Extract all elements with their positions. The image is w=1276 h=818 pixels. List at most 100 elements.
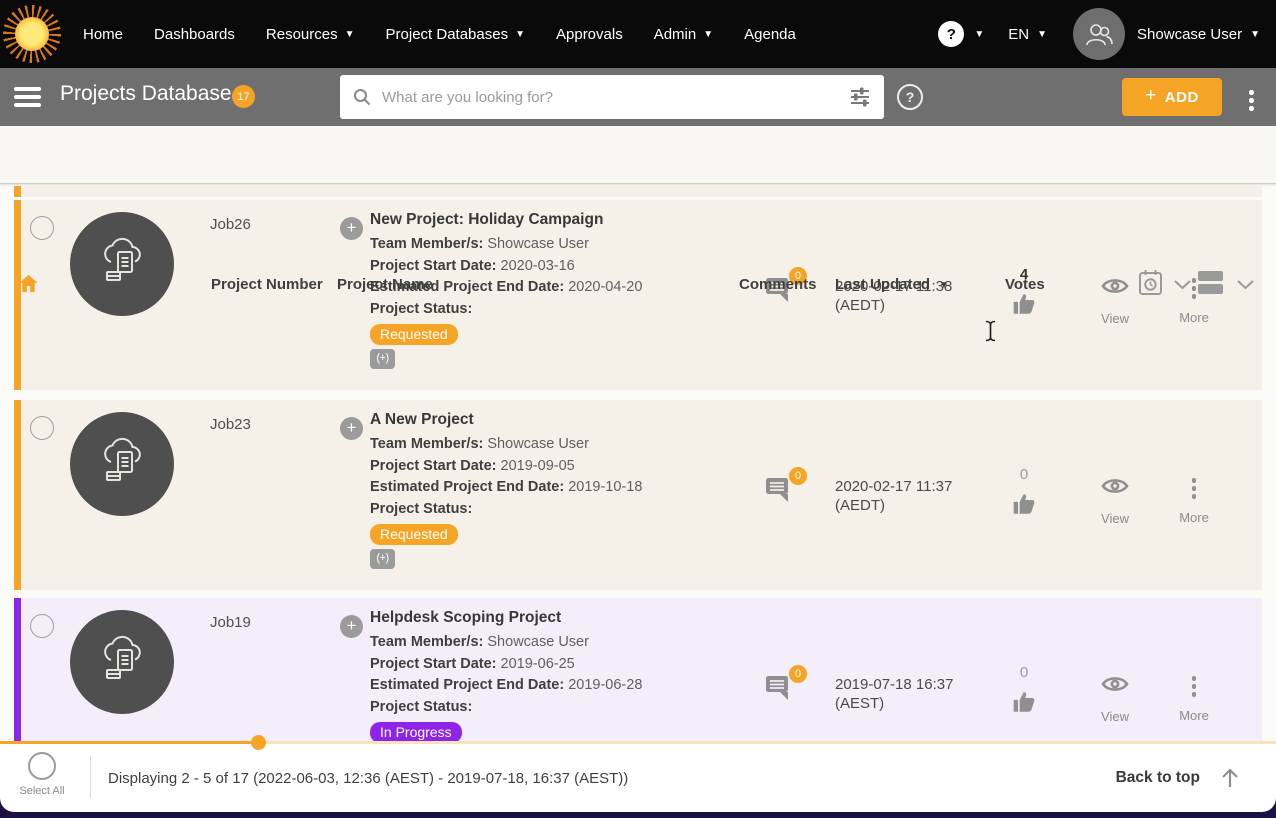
votes-cell: 0 (994, 466, 1054, 522)
horizontal-scrollbar[interactable] (0, 740, 1276, 746)
back-to-top-button[interactable]: Back to top (1116, 744, 1240, 812)
last-updated-value: 2020-02-17 11:37(AEDT) (835, 477, 985, 515)
language-selector[interactable]: EN ▼ (1008, 26, 1047, 43)
project-row[interactable]: Job26 + New Project: Holiday Campaign Te… (14, 200, 1262, 390)
chevron-down-icon: ▼ (1037, 30, 1047, 40)
expand-plus-icon[interactable]: + (340, 417, 363, 440)
table-header: Project Number Project Name Comments Las… (0, 126, 1276, 184)
cloud-document-icon (94, 436, 150, 492)
project-name[interactable]: New Project: Holiday Campaign (370, 209, 690, 231)
comments-count-badge: 0 (789, 665, 807, 683)
expand-plus-icon[interactable]: + (340, 217, 363, 240)
chevron-down-icon[interactable] (1174, 277, 1191, 295)
search-input[interactable] (382, 89, 848, 106)
votes-count: 0 (994, 466, 1054, 483)
user-menu[interactable]: Showcase User ▼ (1137, 26, 1260, 43)
last-updated-value: 2019-07-18 16:37(AEST) (835, 675, 985, 713)
status-badge: Requested (370, 524, 458, 545)
column-project-name[interactable]: Project Name (337, 276, 433, 293)
add-button[interactable]: + ADD (1122, 78, 1222, 116)
team-label: Team Member/s: (370, 436, 483, 452)
nav-item-admin[interactable]: Admin▼ (654, 26, 713, 43)
comments-button[interactable]: 0 (765, 672, 799, 706)
project-row[interactable]: Job19 + Helpdesk Scoping Project Team Me… (14, 598, 1262, 742)
start-date-label: Project Start Date: (370, 656, 497, 672)
help-icon[interactable]: ? (897, 84, 923, 110)
more-button[interactable]: More (1164, 674, 1224, 723)
search-icon (352, 87, 372, 107)
select-all-control[interactable]: Select All (12, 752, 72, 797)
end-date-label: Estimated Project End Date: (370, 677, 564, 693)
text-cursor-icon (984, 320, 997, 347)
user-avatar[interactable] (1073, 8, 1125, 60)
thumbs-up-icon[interactable] (1011, 291, 1038, 322)
chevron-down-icon[interactable]: ▼ (974, 30, 984, 40)
view-button[interactable]: View (1085, 674, 1145, 724)
expand-plus-icon[interactable]: + (340, 615, 363, 638)
cloud-document-icon (94, 236, 150, 292)
nav-item-agenda[interactable]: Agenda (744, 26, 796, 43)
chevron-down-icon: ▼ (345, 30, 355, 40)
more-button[interactable]: More (1164, 476, 1224, 525)
eye-icon (1101, 674, 1129, 694)
start-date-value: 2019-09-05 (501, 458, 575, 474)
status-label: Project Status: (370, 301, 472, 317)
kebab-icon (1164, 476, 1224, 500)
column-comments[interactable]: Comments (739, 276, 817, 293)
team-value: Showcase User (487, 634, 589, 650)
project-number: Job19 (210, 614, 251, 631)
list-layout-icon[interactable] (1198, 271, 1223, 299)
toolbar-more-icon[interactable] (1249, 90, 1254, 114)
chevron-down-icon[interactable] (1237, 277, 1254, 295)
plus-icon: + (1145, 85, 1157, 107)
kebab-icon (1164, 674, 1224, 698)
nav-item-dashboards[interactable]: Dashboards (154, 26, 235, 43)
calendar-view-icon[interactable] (1138, 269, 1163, 302)
recurring-icon: (+) (370, 549, 395, 569)
home-icon[interactable] (17, 272, 40, 300)
nav-item-approvals[interactable]: Approvals (556, 26, 623, 43)
team-label: Team Member/s: (370, 236, 483, 252)
end-date-value: 2020-04-20 (568, 279, 642, 295)
project-avatar (70, 610, 174, 714)
row-select-checkbox[interactable] (30, 216, 54, 240)
nav-item-resources[interactable]: Resources▼ (266, 26, 355, 43)
status-badge: Requested (370, 324, 458, 345)
status-badge: In Progress (370, 722, 462, 742)
eye-icon (1101, 476, 1129, 496)
record-count-badge: 17 (232, 85, 255, 108)
nav-item-project-databases[interactable]: Project Databases▼ (386, 26, 525, 43)
status-label: Project Status: (370, 699, 472, 715)
team-label: Team Member/s: (370, 634, 483, 650)
column-last-updated[interactable]: Last Updated▼ (835, 276, 949, 293)
footer-divider (90, 756, 91, 798)
row-select-checkbox[interactable] (30, 614, 54, 638)
end-date-value: 2019-10-18 (568, 479, 642, 495)
displaying-status-text: Displaying 2 - 5 of 17 (2022-06-03, 12:3… (108, 744, 628, 812)
filter-sliders-icon[interactable] (848, 85, 872, 109)
brand-sun-logo-icon[interactable] (3, 5, 61, 63)
team-value: Showcase User (487, 436, 589, 452)
select-all-checkbox[interactable] (28, 752, 56, 780)
thumbs-up-icon[interactable] (1011, 689, 1038, 720)
project-name[interactable]: Helpdesk Scoping Project (370, 607, 690, 629)
votes-count: 0 (994, 664, 1054, 681)
row-select-checkbox[interactable] (30, 416, 54, 440)
comments-button[interactable]: 0 (765, 474, 799, 508)
view-button[interactable]: View (1085, 476, 1145, 526)
view-button[interactable]: View (1085, 276, 1145, 326)
hamburger-menu-icon[interactable] (14, 87, 41, 107)
start-date-value: 2020-03-16 (501, 258, 575, 274)
project-row[interactable]: Job23 + A New Project Team Member/s: Sho… (14, 400, 1262, 590)
project-avatar (70, 412, 174, 516)
thumbs-up-icon[interactable] (1011, 491, 1038, 522)
help-icon[interactable]: ? (938, 21, 964, 47)
column-project-number[interactable]: Project Number (211, 276, 323, 293)
column-votes[interactable]: Votes (1005, 276, 1045, 293)
project-name[interactable]: A New Project (370, 409, 690, 431)
search-bar (340, 75, 884, 119)
status-label: Project Status: (370, 501, 472, 517)
nav-item-home[interactable]: Home (83, 26, 123, 43)
team-value: Showcase User (487, 236, 589, 252)
scrollbar-handle[interactable] (251, 735, 266, 750)
